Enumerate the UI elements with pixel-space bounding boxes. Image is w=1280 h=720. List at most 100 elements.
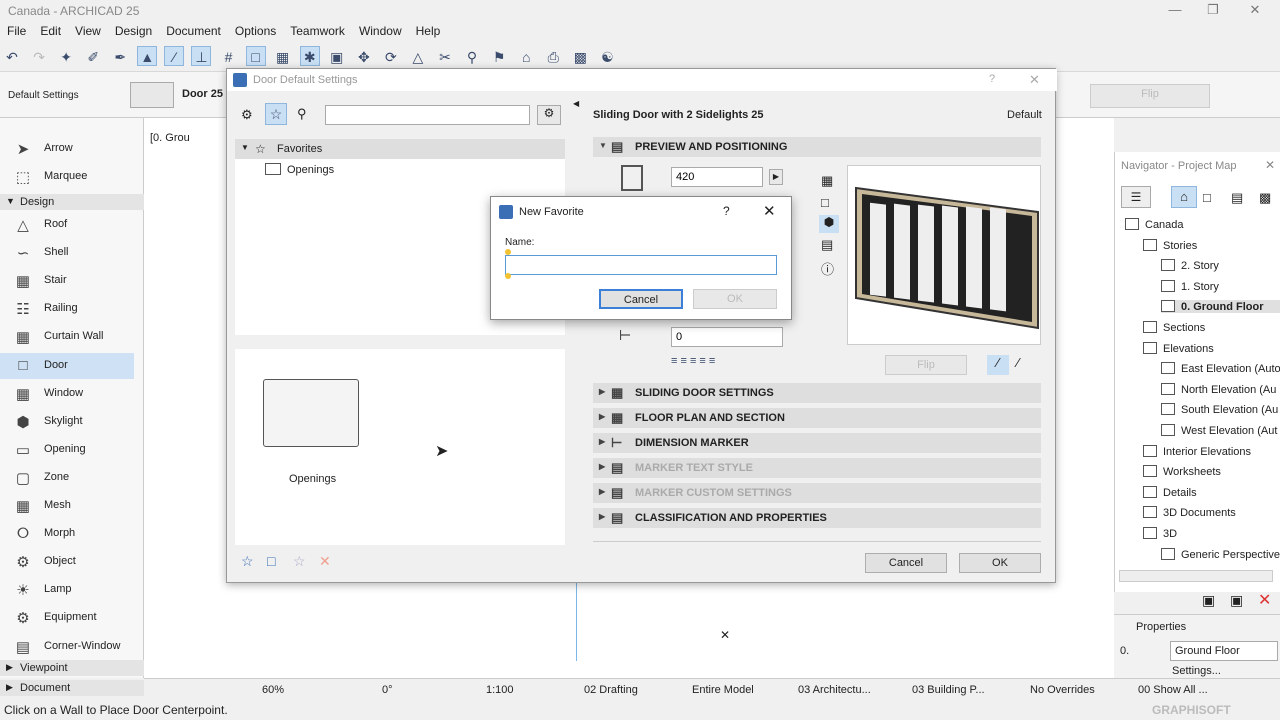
mvo[interactable]: 03 Building P... xyxy=(912,684,985,696)
nav-item[interactable]: Canada xyxy=(1125,218,1184,231)
menu-window[interactable]: Window xyxy=(352,22,409,38)
print-icon[interactable]: ⎙ xyxy=(543,47,563,67)
menu-file[interactable]: File xyxy=(0,22,33,38)
undo-icon[interactable]: ↶ xyxy=(2,47,22,67)
pen-set[interactable]: 03 Architectu... xyxy=(798,684,871,696)
nav-item[interactable]: 2. Story xyxy=(1161,259,1219,272)
tool-stair[interactable]: ▦ Stair xyxy=(0,268,134,294)
delete-favorite-icon[interactable]: ✕ xyxy=(319,553,331,570)
collapse-panel-icon[interactable]: ◀ xyxy=(573,99,579,108)
close-icon[interactable]: ✕ xyxy=(763,202,776,220)
favorite-ok-button[interactable]: OK xyxy=(693,289,777,309)
infobox-flip-button[interactable]: Flip xyxy=(1090,84,1210,108)
tool-lamp[interactable]: ☀ Lamp xyxy=(0,577,134,603)
viewpoint-section[interactable]: ▶ Viewpoint xyxy=(0,660,144,676)
story-name-field[interactable]: Ground Floor xyxy=(1170,641,1278,661)
tool-marquee[interactable]: ⬚ Marquee xyxy=(0,164,134,190)
navigator-scrollbar[interactable] xyxy=(1119,570,1273,582)
menu-view[interactable]: View xyxy=(68,22,108,38)
project-map-icon[interactable]: ⌂ xyxy=(1171,186,1197,208)
section-marker-custom-settings[interactable]: ▶ ▤ MARKER CUSTOM SETTINGS xyxy=(593,483,1041,503)
tool-equipment[interactable]: ⚙ Equipment xyxy=(0,605,134,631)
window-tile-icon[interactable]: ▩ xyxy=(570,47,590,67)
tool-railing[interactable]: ☷ Railing xyxy=(0,296,134,322)
plan-view-icon[interactable]: □ xyxy=(821,195,829,210)
nav-item[interactable]: 3D xyxy=(1143,527,1177,540)
link-arrow-icon[interactable]: ▶ xyxy=(769,169,783,185)
publisher-icon[interactable]: ▩ xyxy=(1259,190,1271,206)
view-map-icon[interactable]: □ xyxy=(1203,190,1211,205)
tool-arrow[interactable]: ➤ Arrow xyxy=(0,136,134,162)
tool-corner-window[interactable]: ▤ Corner-Window xyxy=(0,634,134,660)
nav-item[interactable]: 0. Ground Floor xyxy=(1161,300,1280,314)
menu-document[interactable]: Document xyxy=(159,22,228,38)
help-icon[interactable]: ? xyxy=(989,73,995,85)
door-settings-button[interactable] xyxy=(130,82,174,108)
offset-input[interactable] xyxy=(671,327,783,347)
favorite-name-input[interactable] xyxy=(505,255,777,275)
teamwork-icon[interactable]: ☯ xyxy=(597,47,617,67)
section-marker-text-style[interactable]: ▶ ▤ MARKER TEXT STYLE xyxy=(593,458,1041,478)
section-classification-and-properties[interactable]: ▶ ▤ CLASSIFICATION AND PROPERTIES xyxy=(593,508,1041,528)
3d-view-icon[interactable]: ⬢ xyxy=(819,215,839,233)
canvas-tab[interactable]: [0. Grou xyxy=(150,132,190,144)
scissors-icon[interactable]: ✂ xyxy=(435,47,455,67)
nav-delete-icon[interactable]: ✕ xyxy=(1258,590,1271,610)
nav-item[interactable]: West Elevation (Aut xyxy=(1161,424,1277,437)
nav-item[interactable]: Elevations xyxy=(1143,341,1214,355)
info-icon[interactable]: ⓘ xyxy=(821,259,834,278)
openings-folder-icon[interactable] xyxy=(263,379,359,447)
layout-icon[interactable]: ▣ xyxy=(327,47,347,67)
snap-guide-icon[interactable]: ▲ xyxy=(137,46,158,66)
section-view-icon[interactable]: ▤ xyxy=(821,237,833,253)
dialog-close-icon[interactable]: ✕ xyxy=(1029,72,1040,88)
pick-icon[interactable]: ✦ xyxy=(56,47,76,67)
search-icon[interactable]: ⚲ xyxy=(297,106,307,122)
view-icon[interactable]: △ xyxy=(408,47,428,67)
layer-combination[interactable]: 02 Drafting xyxy=(584,684,638,696)
menu-design[interactable]: Design xyxy=(108,22,159,38)
model-view[interactable]: Entire Model xyxy=(692,684,754,696)
navigator-close-icon[interactable]: ✕ xyxy=(1265,158,1275,172)
navigator-menu-icon[interactable]: ☰ xyxy=(1121,186,1151,208)
gear-icon[interactable]: ⚙ xyxy=(537,105,561,125)
flag-icon[interactable]: ⚑ xyxy=(489,47,509,67)
magic-wand-icon[interactable]: ✱ xyxy=(299,46,320,66)
guide-line-icon[interactable]: ∕ xyxy=(164,46,185,66)
nav-item[interactable]: North Elevation (Au xyxy=(1161,382,1276,396)
angle-value[interactable]: 0° xyxy=(382,684,393,696)
tool-zone[interactable]: ▢ Zone xyxy=(0,465,134,491)
nav-item[interactable]: Interior Elevations xyxy=(1143,444,1251,458)
add-favorite-icon[interactable]: ☆ xyxy=(241,553,254,570)
anchor-options-icon[interactable]: ≡ ≡ ≡ ≡ ≡ xyxy=(671,355,783,373)
folder-view-icon[interactable]: ⚙ xyxy=(241,107,253,123)
dialog-ok-button[interactable]: OK xyxy=(959,553,1041,573)
building-icon[interactable]: ⌂ xyxy=(516,47,536,67)
tool-morph[interactable]: ⭘ Morph xyxy=(0,521,134,547)
scale-value[interactable]: 1:100 xyxy=(486,684,514,696)
graphic-overrides[interactable]: No Overrides xyxy=(1030,684,1095,696)
dialog-cancel-button[interactable]: Cancel xyxy=(865,553,947,573)
move-icon[interactable]: ✥ xyxy=(354,47,374,67)
expand-arrow-icon[interactable]: ▼ xyxy=(241,143,249,152)
gravity-icon[interactable]: ⊥ xyxy=(191,46,212,66)
favorites-search-input[interactable] xyxy=(325,105,530,125)
nav-item[interactable]: 1. Story xyxy=(1161,279,1219,293)
menu-help[interactable]: Help xyxy=(409,22,448,38)
tool-mesh[interactable]: ▦ Mesh xyxy=(0,493,134,519)
nav-item[interactable]: Worksheets xyxy=(1143,465,1221,478)
zoom-value[interactable]: 60% xyxy=(262,684,284,696)
tool-object[interactable]: ⚙ Object xyxy=(0,549,134,575)
redo-icon[interactable]: ↷ xyxy=(29,47,49,67)
nav-item[interactable]: Stories xyxy=(1143,238,1197,252)
tool-skylight[interactable]: ⬢ Skylight xyxy=(0,409,134,435)
restore-icon[interactable]: ❐ xyxy=(1198,2,1228,20)
flip-button[interactable]: Flip xyxy=(885,355,967,375)
search-tool-icon[interactable]: ⚲ xyxy=(462,47,482,67)
renovation-filter[interactable]: 00 Show All ... xyxy=(1138,684,1208,696)
nav-item[interactable]: Generic Perspective xyxy=(1161,547,1280,561)
openings-tree-item[interactable]: Openings xyxy=(287,164,334,176)
trace-icon[interactable]: ▦ xyxy=(273,47,293,67)
tool-roof[interactable]: △ Roof xyxy=(0,212,134,238)
close-window-icon[interactable]: ✕ xyxy=(1240,2,1270,20)
